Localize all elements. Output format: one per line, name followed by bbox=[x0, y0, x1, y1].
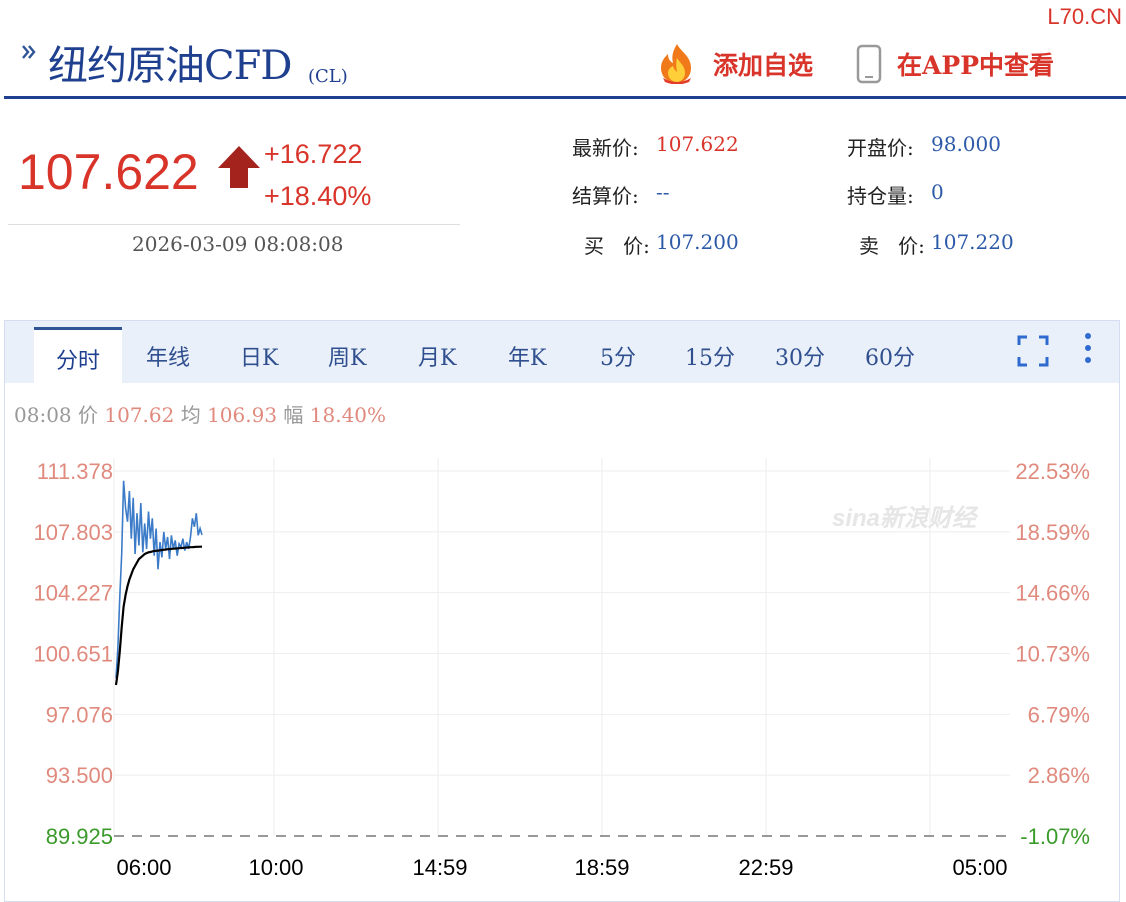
x-tick: 06:00 bbox=[116, 855, 171, 880]
y-tick-left: 104.227 bbox=[33, 581, 113, 606]
y-tick-right: -1.07% bbox=[1020, 824, 1090, 849]
x-tick: 05:00 bbox=[952, 855, 1007, 880]
x-tick: 10:00 bbox=[248, 855, 303, 880]
y-tick-right: 22.53% bbox=[1015, 459, 1090, 484]
average-line bbox=[114, 545, 202, 686]
y-tick-right: 18.59% bbox=[1015, 520, 1090, 545]
y-tick-left: 89.925 bbox=[46, 824, 113, 849]
y-tick-right: 2.86% bbox=[1028, 763, 1090, 788]
y-tick-left: 100.651 bbox=[33, 642, 113, 667]
y-tick-right: 10.73% bbox=[1015, 642, 1090, 667]
y-tick-left: 93.500 bbox=[46, 763, 113, 788]
x-tick: 18:59 bbox=[574, 855, 629, 880]
y-tick-right: 14.66% bbox=[1015, 581, 1090, 606]
chart-watermark: sina新浪财经 bbox=[832, 505, 979, 532]
x-tick: 22:59 bbox=[738, 855, 793, 880]
x-tick: 14:59 bbox=[412, 855, 467, 880]
y-tick-left: 111.378 bbox=[37, 459, 113, 484]
y-tick-left: 97.076 bbox=[46, 702, 113, 727]
y-tick-left: 107.803 bbox=[33, 520, 113, 545]
intraday-chart: sina新浪财经 111.378 107.803 104.227 100.651 97.… bbox=[33, 458, 1090, 880]
y-tick-right: 6.79% bbox=[1028, 702, 1090, 727]
